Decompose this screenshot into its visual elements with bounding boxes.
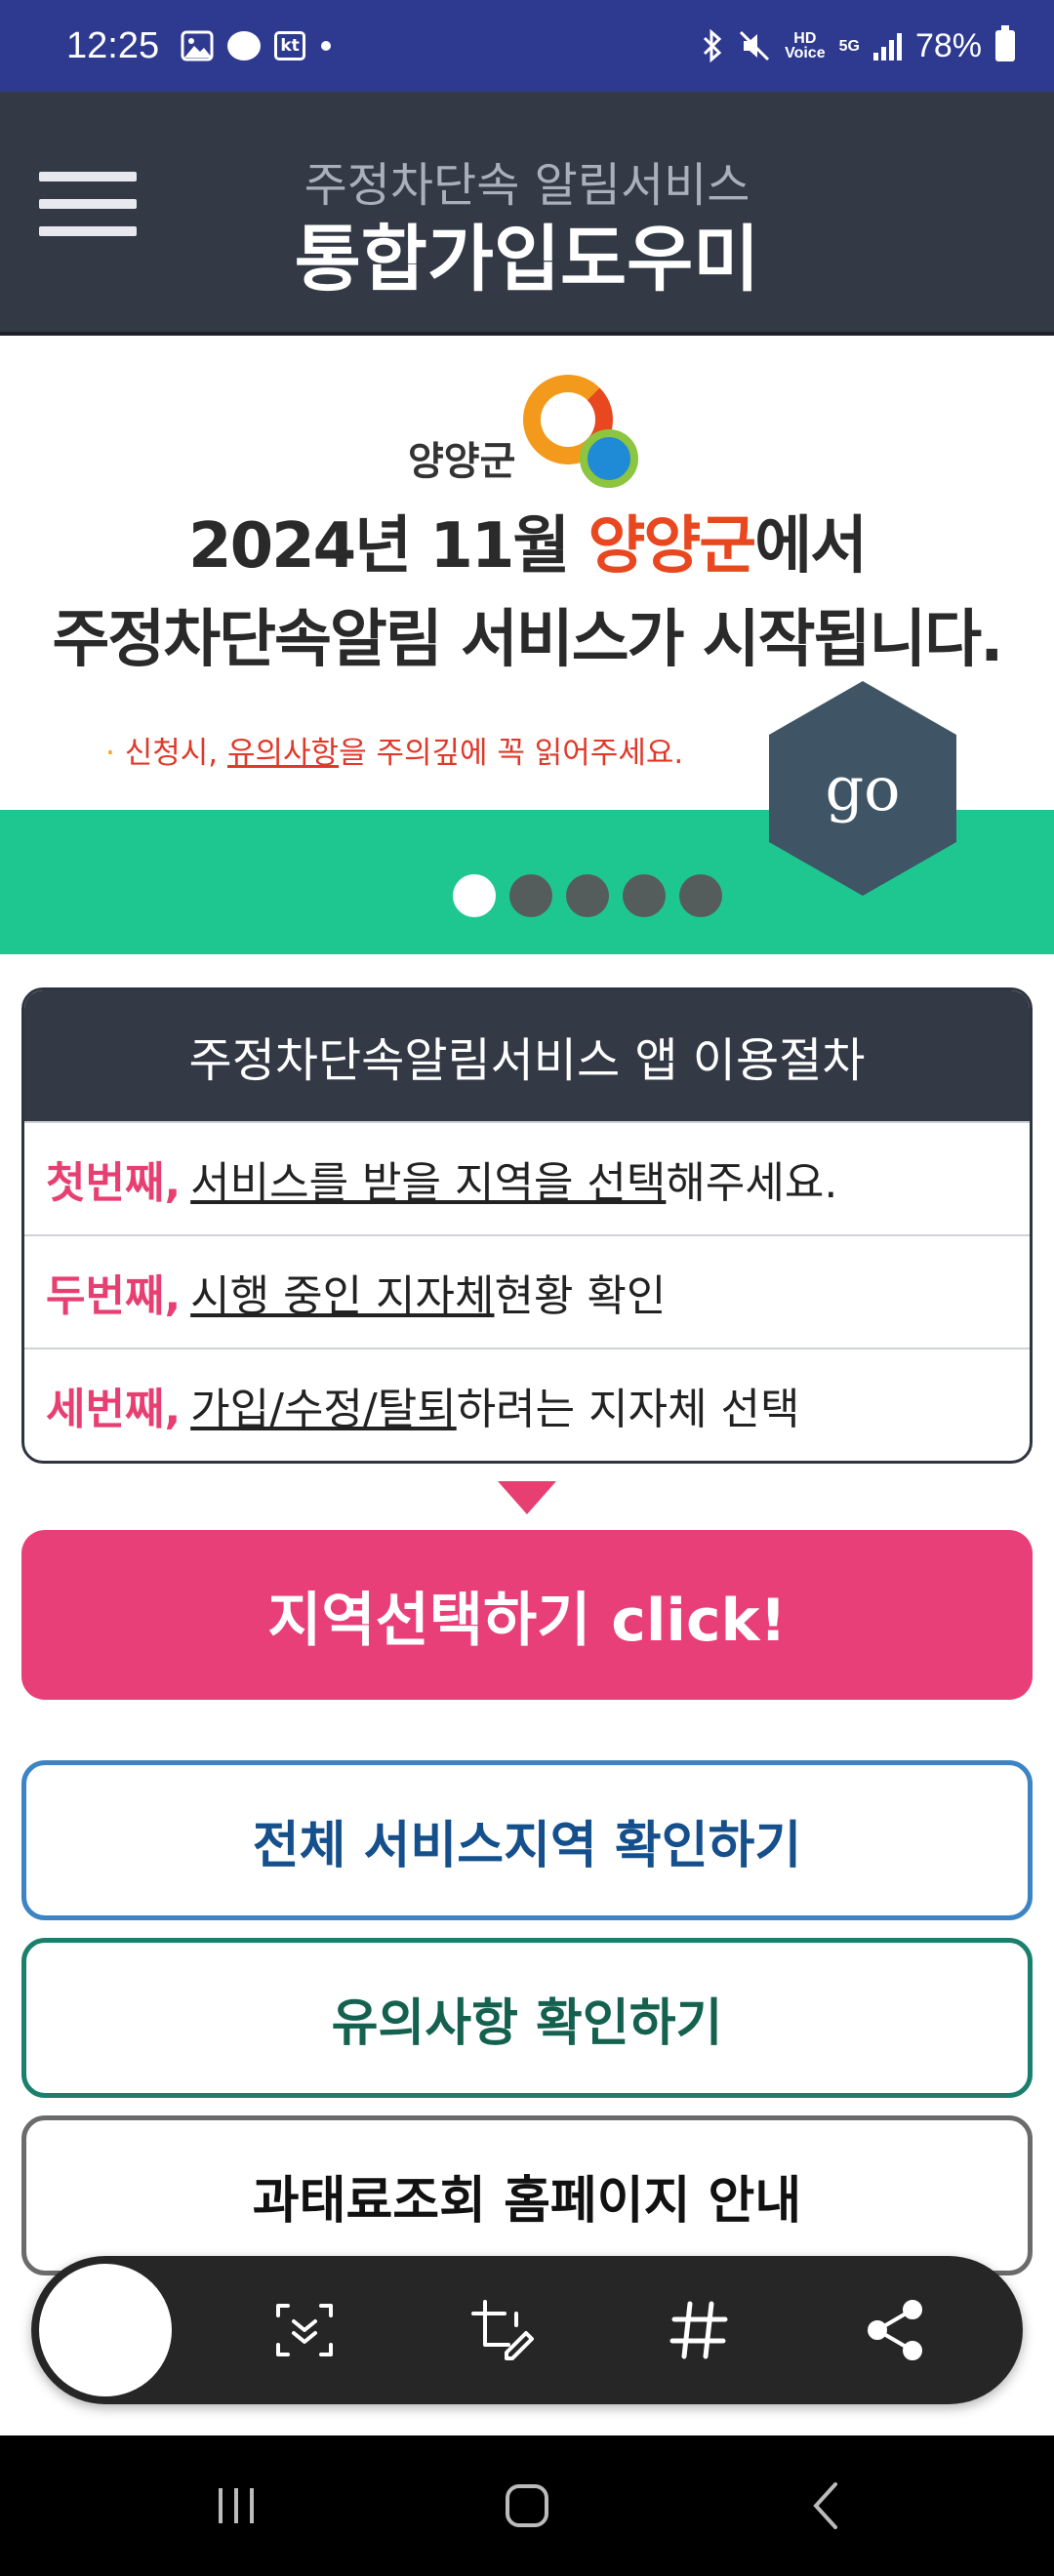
crop-edit-icon[interactable] [463,2291,541,2369]
process-step-1: 첫번째, 서비스를 받을 지역을 선택 해주세요. [24,1121,1030,1234]
hashtag-icon[interactable] [660,2291,738,2369]
notice-suffix: 을 주의깊에 꼭 읽어주세요. [339,736,684,771]
step-ordinal: 세번째, [46,1385,182,1434]
gallery-icon [181,30,214,61]
status-right-icons: HD Voice 5G 78% [701,25,1015,65]
step-ordinal: 첫번째, [46,1158,182,1208]
banner-headline-2: 주정차단속알림 서비스가 시작됩니다. [52,604,1004,676]
hd-label: HD [793,30,817,47]
bluetooth-icon [704,29,722,62]
promo-banner[interactable]: 양양군 2024년 11월 양양군에서 주정차단속알림 서비스가 시작됩니다. … [0,340,1054,954]
fine-lookup-button[interactable]: 과태료조회 홈페이지 안내 [21,2115,1033,2275]
header-title: 통합가입도우미 [294,218,760,302]
battery-percent: 78% [914,26,982,64]
share-icon[interactable] [857,2291,935,2369]
app-header: 주정차단속 알림서비스 통합가입도우미 [0,92,1054,336]
carousel-dots [453,874,722,917]
process-step-2: 두번째, 시행 중인 지자체 현황 확인 [24,1234,1030,1348]
carousel-dot[interactable] [566,874,609,917]
carousel-dot[interactable] [453,874,496,917]
carousel-dot[interactable] [679,874,722,917]
hd-voice-badge: HD Voice [785,30,826,61]
down-arrow-icon [498,1481,556,1514]
logo-mark-icon [523,375,640,490]
step-link: 가입/수정/탈퇴 [190,1385,457,1434]
status-time: 12:25 [66,24,160,66]
back-icon[interactable] [789,2471,867,2541]
signal-icon [872,31,902,60]
status-left-icons: kt [181,30,306,61]
yangyang-logo: 양양군 [408,375,640,490]
step-ordinal: 두번째, [46,1271,182,1321]
carrier-badge: kt [274,31,306,60]
logo-text: 양양군 [408,439,516,484]
recent-apps-icon[interactable] [197,2471,275,2541]
scroll-capture-icon[interactable] [265,2291,344,2369]
system-nav-bar [0,2435,1054,2576]
home-icon[interactable] [488,2471,566,2541]
screenshot-toolbar [31,2256,1023,2404]
carousel-dot[interactable] [509,874,552,917]
all-regions-button[interactable]: 전체 서비스지역 확인하기 [21,1760,1033,1920]
chat-bubble-icon [227,31,262,60]
step-rest: 해주세요. [666,1158,838,1208]
process-step-3: 세번째, 가입/수정/탈퇴 하려는 지자체 선택 [24,1348,1030,1461]
battery-icon [995,25,1015,61]
carousel-dot[interactable] [623,874,666,917]
notice-bullet: · [105,736,115,771]
headline-region: 양양군 [588,510,757,583]
region-select-button[interactable]: 지역선택하기 click! [21,1530,1033,1700]
screenshot-thumbnail[interactable] [35,2260,176,2400]
step-link: 시행 중인 지자체 [190,1271,495,1321]
process-card-title: 주정차단속알림서비스 앱 이용절차 [24,990,1030,1121]
banner-headline-1: 2024년 11월 양양군에서 [0,496,1054,585]
banner-notice: · 신청시, 유의사항을 주의깊에 꼭 읽어주세요. [105,728,683,772]
step-rest: 현황 확인 [494,1271,667,1321]
notice-prefix: 신청시, [114,736,227,771]
headline-suffix: 에서 [754,510,868,583]
status-bar: 12:25 kt HD Voice 5G 78% [0,0,1054,92]
process-card: 주정차단속알림서비스 앱 이용절차 첫번째, 서비스를 받을 지역을 선택 해주세… [21,987,1033,1464]
precautions-button[interactable]: 유의사항 확인하기 [21,1938,1033,2098]
mute-icon [740,30,770,61]
network-badge: 5G [838,37,860,55]
headline-year: 2024년 11월 [188,510,588,583]
voice-label: Voice [785,45,826,61]
notification-dot-icon [321,41,332,51]
step-link: 서비스를 받을 지역을 선택 [190,1158,667,1208]
step-rest: 하려는 지자체 선택 [456,1385,800,1434]
notice-underlined: 유의사항 [226,736,340,771]
